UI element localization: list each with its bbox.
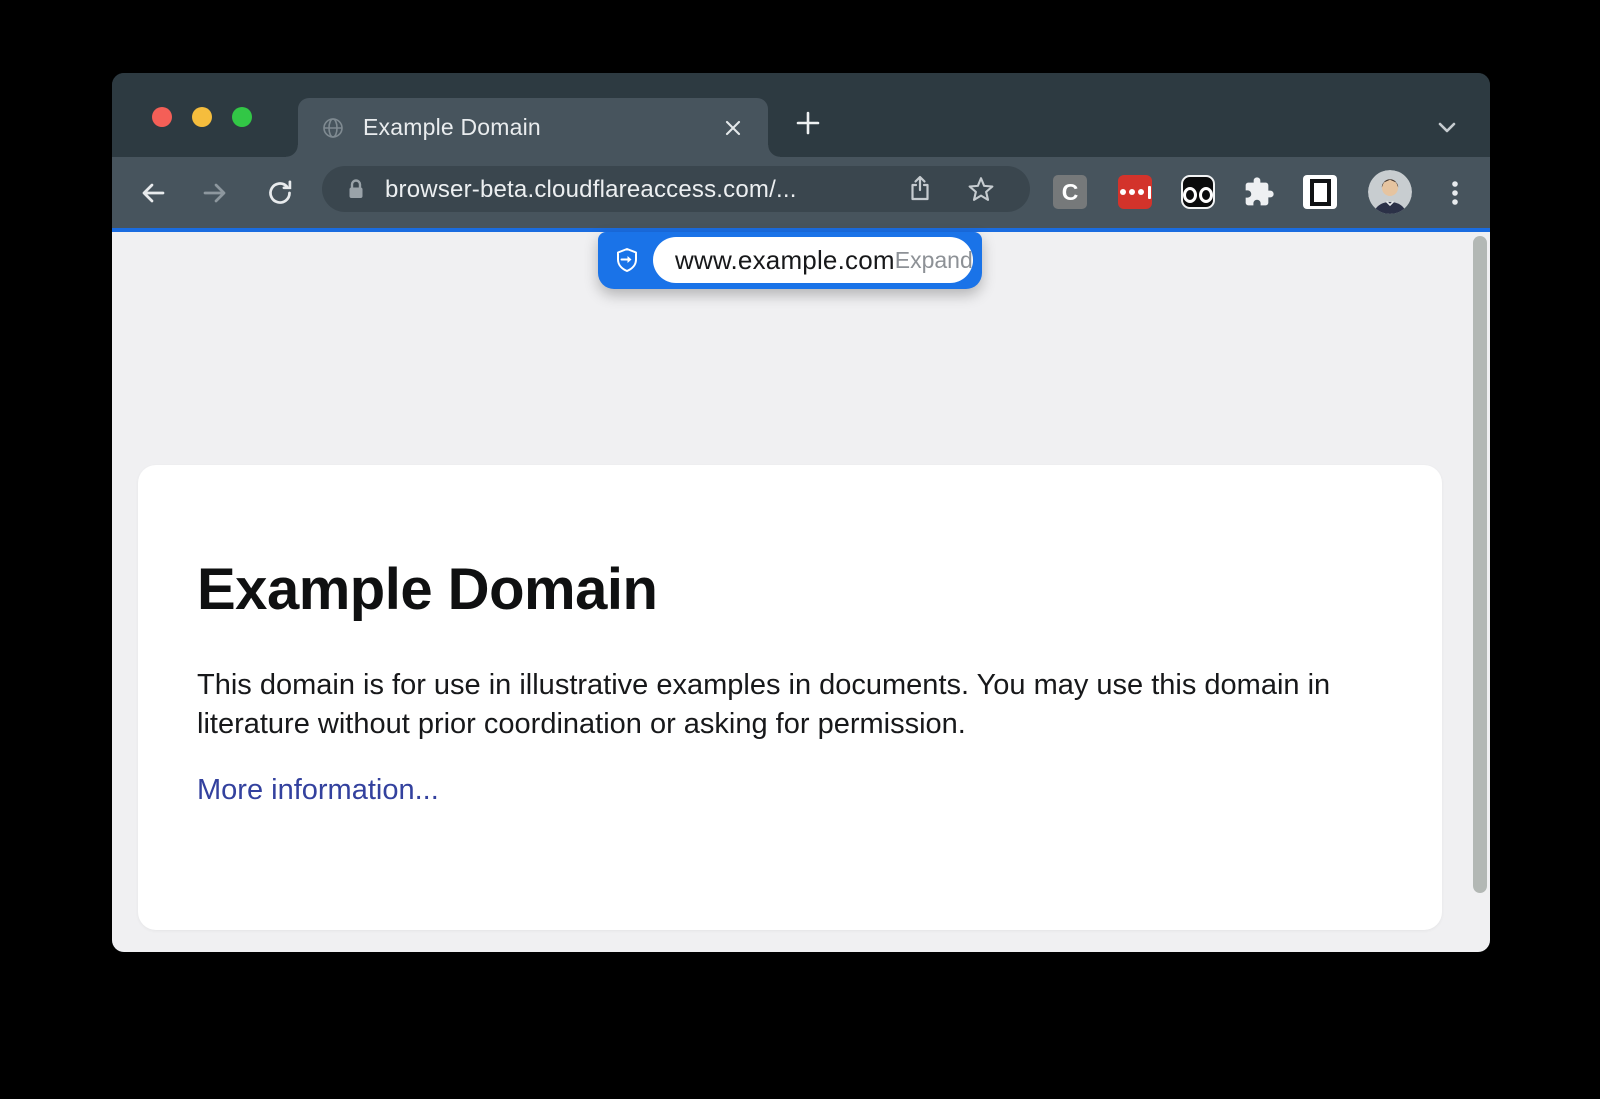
toolbar: browser-beta.cloudflareaccess.com/... C: [112, 157, 1490, 228]
circle-glyph: [1183, 187, 1197, 203]
globe-icon: [320, 115, 346, 141]
forward-button[interactable]: [199, 177, 231, 209]
page-content: www.example.com Expand Example Domain Th…: [112, 232, 1490, 952]
back-button[interactable]: [137, 177, 169, 209]
shield-arrow-icon: [613, 246, 641, 274]
extension-lastpass-icon[interactable]: [1118, 175, 1152, 209]
tab-search-chevron-icon[interactable]: [1434, 114, 1460, 140]
bookmark-star-icon[interactable]: [966, 174, 996, 204]
three-dot-menu-icon[interactable]: [1439, 177, 1471, 209]
expand-button[interactable]: Expand: [895, 247, 973, 274]
fullscreen-window-button[interactable]: [232, 107, 252, 127]
circle-glyph: [1199, 187, 1213, 203]
minimize-window-button[interactable]: [192, 107, 212, 127]
browser-window: Example Domain: [112, 73, 1490, 952]
close-tab-icon[interactable]: [720, 115, 746, 141]
close-window-button[interactable]: [152, 107, 172, 127]
url-text: browser-beta.cloudflareaccess.com/...: [385, 166, 797, 212]
panel-rect-glyph: [1310, 179, 1331, 206]
window-controls: [152, 107, 252, 127]
extension-c-icon[interactable]: C: [1053, 175, 1087, 209]
puzzle-extensions-icon[interactable]: [1242, 175, 1276, 209]
more-information-link[interactable]: More information...: [197, 774, 439, 807]
isolation-pill: www.example.com Expand: [598, 232, 982, 289]
example-domain-card: Example Domain This domain is for use in…: [138, 465, 1442, 930]
isolated-host-pill[interactable]: www.example.com Expand: [653, 237, 973, 283]
isolated-host-text: www.example.com: [675, 245, 895, 276]
page-body-text: This domain is for use in illustrative e…: [197, 666, 1345, 744]
address-bar[interactable]: browser-beta.cloudflareaccess.com/...: [322, 166, 1030, 212]
lock-icon[interactable]: [343, 176, 369, 202]
tab-example-domain[interactable]: Example Domain: [298, 98, 768, 157]
lastpass-dot: [1129, 189, 1135, 195]
tab-strip: Example Domain: [112, 73, 1490, 157]
reload-button[interactable]: [264, 177, 296, 209]
side-panel-icon[interactable]: [1303, 175, 1337, 209]
tab-title: Example Domain: [363, 114, 541, 141]
extension-c-label: C: [1062, 179, 1079, 206]
lastpass-dot: [1120, 189, 1126, 195]
share-icon[interactable]: [904, 173, 936, 205]
new-tab-button[interactable]: [795, 110, 821, 136]
page-title: Example Domain: [197, 557, 1382, 624]
profile-avatar[interactable]: [1368, 170, 1412, 214]
lastpass-dot: [1138, 189, 1144, 195]
lastpass-bar: [1148, 186, 1151, 199]
extension-two-circles-icon[interactable]: [1181, 175, 1215, 209]
desktop-background: Example Domain: [0, 0, 1600, 1099]
scrollbar-thumb[interactable]: [1473, 236, 1487, 893]
